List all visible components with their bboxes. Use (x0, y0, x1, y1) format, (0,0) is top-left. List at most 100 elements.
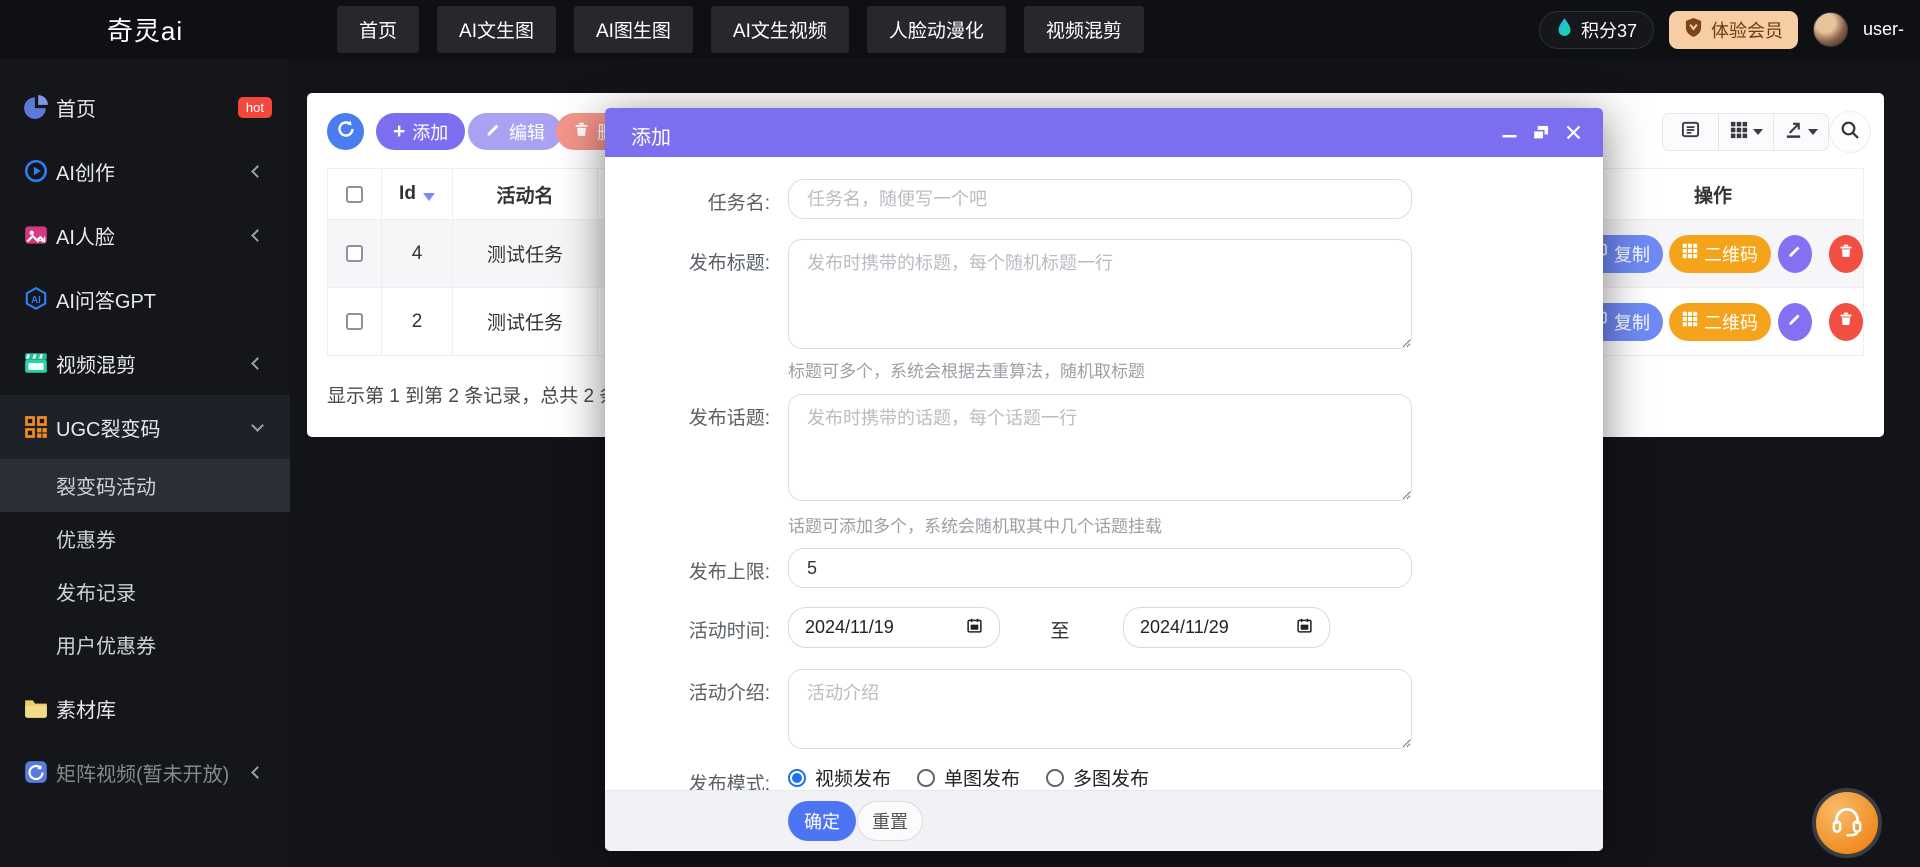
row-checkbox[interactable] (346, 245, 363, 262)
radio-video-publish[interactable] (788, 769, 806, 787)
sidebar-item-ai-face[interactable]: AI AI人脸 (0, 203, 290, 267)
matrix-video-icon (22, 759, 49, 786)
activity-intro-textarea[interactable] (788, 669, 1412, 749)
hot-badge: hot (238, 97, 272, 118)
topnav-home[interactable]: 首页 (337, 6, 419, 53)
pub-topic-label: 发布话题: (605, 403, 770, 430)
task-name-input[interactable] (788, 179, 1412, 219)
plus-icon: + (393, 121, 405, 142)
sidebar-subitem-user-coupon[interactable]: 用户优惠券 (0, 618, 290, 671)
confirm-button[interactable]: 确定 (788, 801, 856, 841)
qrcode-button[interactable]: 二维码 (1669, 235, 1771, 273)
points-pill[interactable]: 积分37 (1539, 11, 1654, 49)
sidebar-subitem-label: 用户优惠券 (56, 630, 156, 659)
start-date-input[interactable]: 2024/11/19 (788, 607, 1000, 648)
column-header-id-label: Id (399, 183, 416, 205)
sidebar-item-video-mix[interactable]: 视频混剪 (0, 331, 290, 395)
top-nav: 首页 AI文生图 AI图生图 AI文生视频 人脸动漫化 视频混剪 (337, 6, 1144, 53)
sidebar-item-home[interactable]: 首页 hot (0, 75, 290, 139)
qr-grid-icon (1682, 243, 1698, 264)
sidebar-subitem-publish-record[interactable]: 发布记录 (0, 565, 290, 618)
detail-view-icon (1681, 120, 1700, 144)
sidebar-item-matrix-video[interactable]: 矩阵视频(暂未开放) (0, 740, 290, 804)
sidebar-item-ai-create[interactable]: AI创作 (0, 139, 290, 203)
pub-limit-input[interactable] (788, 548, 1412, 588)
table-view-toolbar (1662, 113, 1829, 151)
add-button[interactable]: + 添加 (376, 113, 465, 150)
vip-label: 体验会员 (1711, 17, 1783, 43)
pub-title-textarea[interactable] (788, 239, 1412, 349)
column-header-actions: 操作 (1563, 169, 1863, 219)
pub-mode-radio-group: 视频发布 单图发布 多图发布 (788, 764, 1175, 791)
qrcode-button[interactable]: 二维码 (1669, 303, 1771, 341)
pencil-icon (1787, 311, 1803, 333)
row-delete-button[interactable] (1829, 303, 1863, 341)
pub-topic-textarea[interactable] (788, 394, 1412, 501)
customer-support-button[interactable] (1812, 788, 1882, 858)
sidebar-item-label: AI人脸 (56, 221, 115, 250)
column-header-id[interactable]: Id (382, 169, 453, 219)
folder-icon (22, 695, 49, 722)
date-range-separator: 至 (1045, 616, 1075, 643)
user-avatar[interactable] (1813, 12, 1848, 47)
sidebar-subitem-label: 裂变码活动 (56, 471, 156, 500)
sidebar-item-label: 矩阵视频(暂未开放) (56, 758, 229, 787)
grid-icon (1730, 121, 1748, 144)
modal-body: 任务名: 发布标题: 标题可多个，系统会根据去重算法，随机取标题 发布话题: 话… (605, 157, 1603, 790)
vip-shield-icon (1684, 17, 1703, 43)
sidebar-item-ai-gpt[interactable]: AI AI问答GPT (0, 267, 290, 331)
topnav-face-anime[interactable]: 人脸动漫化 (867, 6, 1006, 53)
start-date-value: 2024/11/19 (805, 617, 894, 638)
pub-title-label: 发布标题: (605, 248, 770, 275)
end-date-input[interactable]: 2024/11/29 (1123, 607, 1330, 648)
row-edit-button[interactable] (1778, 235, 1812, 273)
topnav-img2img[interactable]: AI图生图 (574, 6, 693, 53)
sidebar-item-ugc-code[interactable]: UGC裂变码 (0, 395, 290, 459)
trash-icon (1838, 311, 1854, 333)
close-icon[interactable] (1559, 108, 1587, 157)
maximize-button[interactable] (1526, 108, 1554, 157)
headset-icon (1828, 802, 1866, 845)
row-id-cell: 4 (382, 220, 453, 287)
row-delete-button[interactable] (1829, 235, 1863, 273)
radio-single-image-publish[interactable] (917, 769, 935, 787)
topnav-text2img[interactable]: AI文生图 (437, 6, 556, 53)
columns-view-button[interactable] (1718, 114, 1773, 150)
points-label: 积分37 (1581, 17, 1637, 43)
copy-button-label: 复制 (1614, 241, 1650, 267)
row-checkbox[interactable] (346, 313, 363, 330)
minimize-button[interactable] (1495, 108, 1523, 157)
row-name-cell: 测试任务 (453, 220, 598, 287)
pie-chart-icon (22, 94, 49, 121)
vip-pill[interactable]: 体验会员 (1669, 11, 1798, 49)
export-button[interactable] (1773, 114, 1828, 150)
sidebar-item-label: 首页 (56, 93, 96, 122)
pencil-icon (485, 121, 502, 143)
chevron-left-icon (251, 165, 264, 178)
refresh-icon (336, 119, 356, 144)
ai-face-icon: AI (22, 222, 49, 249)
reset-button[interactable]: 重置 (857, 801, 923, 841)
sidebar-item-label: UGC裂变码 (56, 413, 160, 442)
pub-topic-helper: 话题可添加多个，系统会随机取其中几个话题挂载 (788, 512, 1162, 537)
radio-multi-image-publish[interactable] (1046, 769, 1064, 787)
topnav-text2video[interactable]: AI文生视频 (711, 6, 849, 53)
sidebar-subitem-label: 优惠券 (56, 524, 116, 553)
row-id-cell: 2 (382, 288, 453, 355)
trash-icon (1838, 243, 1854, 265)
edit-button[interactable]: 编辑 (468, 113, 562, 150)
top-header: 奇灵ai 首页 AI文生图 AI图生图 AI文生视频 人脸动漫化 视频混剪 积分 (0, 0, 1920, 59)
add-modal: 添加 任务名: 发布标 (605, 108, 1603, 851)
activity-time-label: 活动时间: (605, 616, 770, 643)
select-all-checkbox[interactable] (346, 186, 363, 203)
refresh-button[interactable] (327, 113, 364, 150)
sidebar-subitem-coupon[interactable]: 优惠券 (0, 512, 290, 565)
row-edit-button[interactable] (1778, 303, 1812, 341)
topnav-video-mix[interactable]: 视频混剪 (1024, 6, 1144, 53)
sidebar-item-material-library[interactable]: 素材库 (0, 676, 290, 740)
detail-view-button[interactable] (1663, 114, 1718, 150)
row-name-cell: 测试任务 (453, 288, 598, 355)
sidebar-subitem-fission-activity[interactable]: 裂变码活动 (0, 459, 290, 512)
search-button[interactable] (1829, 111, 1871, 153)
modal-title: 添加 (631, 121, 671, 150)
